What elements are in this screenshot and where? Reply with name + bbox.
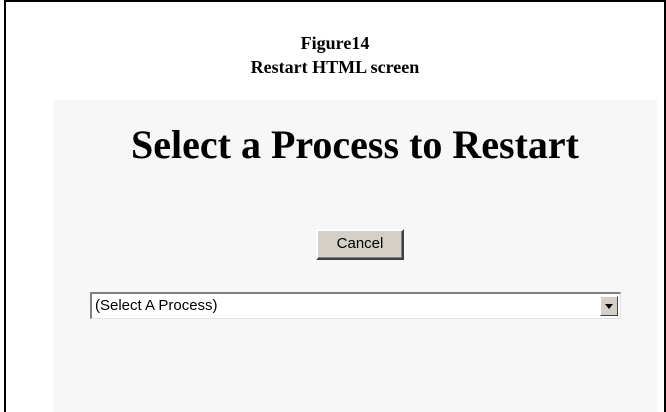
process-select-value: (Select A Process) [95,297,218,314]
process-select[interactable]: (Select A Process) [90,292,621,319]
figure-frame: Figure14 Restart HTML screen Select a Pr… [4,0,666,412]
cancel-button[interactable]: Cancel [316,229,404,260]
chevron-down-icon [605,304,613,309]
restart-screen-panel: Select a Process to Restart Cancel (Sele… [53,100,657,412]
figure-number: Figure14 [300,33,370,53]
dropdown-arrow-button[interactable] [600,296,618,316]
page-title: Select a Process to Restart [131,122,579,167]
figure-caption: Restart HTML screen [250,57,420,77]
